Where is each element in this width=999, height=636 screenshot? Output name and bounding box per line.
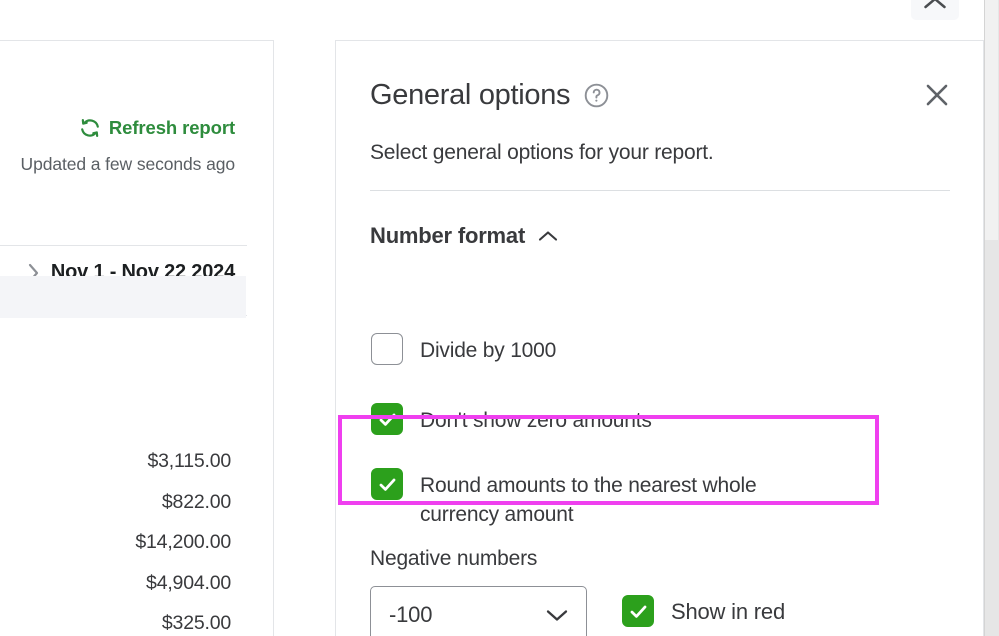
amount-cell: $4,904.00 <box>146 571 231 594</box>
amount-cell: $14,200.00 <box>135 531 231 553</box>
refresh-report-label: Refresh report <box>108 117 235 138</box>
checkbox-row-dont-show-zero-amounts[interactable]: Don't show zero amounts <box>371 403 652 435</box>
chevron-up-icon <box>922 0 948 11</box>
panel-header: General options <box>370 77 955 113</box>
refresh-icon <box>79 117 101 139</box>
chevron-up-icon <box>537 229 559 243</box>
panel-divider <box>370 190 950 191</box>
report-card: Refresh report Updated a few seconds ago… <box>0 40 274 636</box>
scrollbar-thumb[interactable] <box>985 0 998 240</box>
checkbox-label: Show in red <box>671 599 785 624</box>
chevron-down-icon <box>544 607 570 623</box>
close-icon[interactable] <box>919 77 955 113</box>
checkbox-row-divide-by-1000[interactable]: Divide by 1000 <box>371 333 556 365</box>
section-header-number-format[interactable]: Number format <box>370 223 559 249</box>
negative-numbers-selected-value: -100 <box>389 601 433 627</box>
page-title: General options <box>370 78 571 111</box>
checkbox-row-show-in-red[interactable]: Show in red <box>622 595 785 627</box>
refresh-report-button[interactable]: Refresh report <box>79 117 235 139</box>
checkbox-label: Don't show zero amounts <box>420 409 652 432</box>
amount-cell: $325.00 <box>161 612 231 634</box>
checkbox-checked-icon[interactable] <box>622 595 654 627</box>
help-circle-icon[interactable] <box>583 82 610 109</box>
checkbox-label: Divide by 1000 <box>420 339 557 362</box>
amount-cell: $822.00 <box>161 490 231 513</box>
checkbox-unchecked-icon[interactable] <box>371 333 403 365</box>
scroll-to-top-button[interactable] <box>911 0 959 20</box>
scrollbar-track[interactable] <box>984 0 999 636</box>
checkbox-label: Round amounts to the nearest whole curre… <box>420 474 757 526</box>
last-updated-text: Updated a few seconds ago <box>20 154 236 174</box>
panel-subtitle: Select general options for your report. <box>370 141 714 164</box>
general-options-panel: General options Select general options f… <box>335 40 984 636</box>
checkbox-checked-icon[interactable] <box>371 403 403 435</box>
section-title: Number format <box>370 223 526 248</box>
checkbox-checked-icon[interactable] <box>371 468 403 500</box>
app-screen: Refresh report Updated a few seconds ago… <box>0 0 999 636</box>
negative-numbers-select[interactable]: -100 <box>370 586 587 636</box>
negative-numbers-label: Negative numbers <box>370 547 538 570</box>
amount-cell: $3,115.00 <box>147 450 231 472</box>
table-header-row <box>0 276 246 318</box>
date-divider <box>0 245 247 246</box>
checkbox-row-round-amounts[interactable]: Round amounts to the nearest whole curre… <box>371 468 871 529</box>
amounts-column: $3,115.00 $822.00 $14,200.00 $4,904.00 $… <box>135 441 231 636</box>
